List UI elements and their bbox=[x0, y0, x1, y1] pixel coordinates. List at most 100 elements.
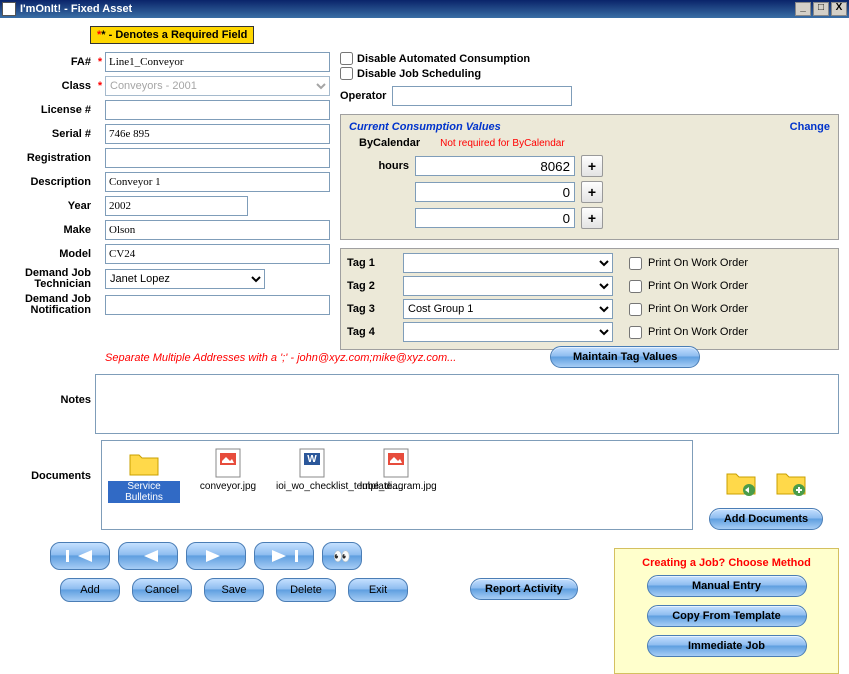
left-column: FA# * Class * Conveyors - 2001 License #… bbox=[10, 52, 330, 350]
manual-entry-button[interactable]: Manual Entry bbox=[647, 575, 807, 597]
make-input[interactable] bbox=[105, 220, 330, 240]
hours-input-3[interactable] bbox=[415, 208, 575, 228]
make-label: Make bbox=[10, 224, 95, 236]
close-button[interactable]: X bbox=[831, 2, 847, 16]
required-note: ** - Denotes a Required Field bbox=[90, 26, 254, 44]
class-label: Class bbox=[10, 80, 95, 92]
plus-button-2[interactable]: + bbox=[581, 181, 603, 203]
model-input[interactable] bbox=[105, 244, 330, 264]
fa-num-label: FA# bbox=[10, 56, 95, 68]
email-hint: Separate Multiple Addresses with a ';' -… bbox=[105, 352, 839, 364]
not-required-text: Not required for ByCalendar bbox=[440, 138, 565, 149]
tag2-label: Tag 2 bbox=[347, 280, 397, 292]
description-label: Description bbox=[10, 176, 95, 188]
exit-button[interactable]: Exit bbox=[348, 578, 408, 602]
nav-last-button[interactable] bbox=[254, 542, 314, 570]
disable-job-label: Disable Job Scheduling bbox=[357, 68, 481, 80]
tag3-print-label: Print On Work Order bbox=[648, 303, 748, 315]
notes-textarea[interactable] bbox=[95, 374, 839, 434]
binoculars-icon: 👀 bbox=[333, 548, 350, 565]
window-title: I'mOnIt! - Fixed Asset bbox=[20, 3, 793, 15]
disable-auto-label: Disable Automated Consumption bbox=[357, 53, 530, 65]
registration-label: Registration bbox=[10, 152, 95, 164]
change-link[interactable]: Change bbox=[790, 121, 830, 133]
tag2-print-check[interactable] bbox=[629, 280, 642, 293]
hours-input-1[interactable] bbox=[415, 156, 575, 176]
demand-tech-label: Demand Job Technician bbox=[10, 268, 95, 290]
copy-template-button[interactable]: Copy From Template bbox=[647, 605, 807, 627]
license-input[interactable] bbox=[105, 100, 330, 120]
doc-item-image1[interactable]: conveyor.jpg bbox=[192, 447, 264, 523]
svg-text:W: W bbox=[307, 454, 317, 465]
maximize-button[interactable]: □ bbox=[813, 2, 829, 16]
immediate-job-button[interactable]: Immediate Job bbox=[647, 635, 807, 657]
folder-back-icon[interactable] bbox=[725, 468, 757, 496]
tag1-print-check[interactable] bbox=[629, 257, 642, 270]
word-icon: W bbox=[296, 447, 328, 479]
titlebar: I'mOnIt! - Fixed Asset _ □ X bbox=[0, 0, 849, 18]
serial-label: Serial # bbox=[10, 128, 95, 140]
year-input[interactable] bbox=[105, 196, 248, 216]
fa-num-input[interactable] bbox=[105, 52, 330, 72]
required-note-text: * - Denotes a Required Field bbox=[101, 29, 247, 41]
tag4-label: Tag 4 bbox=[347, 326, 397, 338]
maintain-tags-button[interactable]: Maintain Tag Values bbox=[550, 346, 700, 368]
right-column: Disable Automated Consumption Disable Jo… bbox=[340, 52, 839, 350]
serial-input[interactable] bbox=[105, 124, 330, 144]
tag4-print-label: Print On Work Order bbox=[648, 326, 748, 338]
year-label: Year bbox=[10, 200, 95, 212]
tag2-print-label: Print On Work Order bbox=[648, 280, 748, 292]
demand-tech-select[interactable]: Janet Lopez bbox=[105, 269, 265, 289]
plus-button-3[interactable]: + bbox=[581, 207, 603, 229]
disable-job-check[interactable] bbox=[340, 67, 353, 80]
license-label: License # bbox=[10, 104, 95, 116]
disable-auto-check[interactable] bbox=[340, 52, 353, 65]
add-button[interactable]: Add bbox=[60, 578, 120, 602]
doc-item-image2[interactable]: lube_diagram.jpg bbox=[360, 447, 432, 523]
tag4-select[interactable] bbox=[403, 322, 613, 342]
tag3-print-check[interactable] bbox=[629, 303, 642, 316]
tags-panel: Tag 1 Print On Work Order Tag 2 Print On… bbox=[340, 248, 839, 350]
plus-button-1[interactable]: + bbox=[581, 155, 603, 177]
nav-prev-button[interactable] bbox=[118, 542, 178, 570]
notes-label: Notes bbox=[10, 374, 95, 434]
tag3-select[interactable]: Cost Group 1 bbox=[403, 299, 613, 319]
nav-first-button[interactable] bbox=[50, 542, 110, 570]
bycalendar-label: ByCalendar bbox=[349, 137, 420, 149]
save-button[interactable]: Save bbox=[204, 578, 264, 602]
tag4-print-check[interactable] bbox=[629, 326, 642, 339]
tag3-label: Tag 3 bbox=[347, 303, 397, 315]
demand-notif-input[interactable] bbox=[105, 295, 330, 315]
description-input[interactable] bbox=[105, 172, 330, 192]
model-label: Model bbox=[10, 248, 95, 260]
operator-label: Operator bbox=[340, 90, 386, 102]
tag1-label: Tag 1 bbox=[347, 257, 397, 269]
nav-next-button[interactable] bbox=[186, 542, 246, 570]
add-documents-button[interactable]: Add Documents bbox=[709, 508, 823, 530]
folder-add-icon[interactable] bbox=[775, 468, 807, 496]
hours-input-2[interactable] bbox=[415, 182, 575, 202]
cancel-button[interactable]: Cancel bbox=[132, 578, 192, 602]
documents-box[interactable]: Service Bulletins conveyor.jpg W ioi_wo_… bbox=[101, 440, 693, 530]
tag2-select[interactable] bbox=[403, 276, 613, 296]
doc-item-folder[interactable]: Service Bulletins bbox=[108, 447, 180, 523]
consumption-title: Current Consumption Values bbox=[349, 121, 501, 133]
job-panel-title: Creating a Job? Choose Method bbox=[623, 557, 830, 569]
demand-notif-label: Demand Job Notification bbox=[10, 294, 95, 316]
consumption-panel: Current Consumption Values Change ByCale… bbox=[340, 114, 839, 240]
job-panel: Creating a Job? Choose Method Manual Ent… bbox=[614, 548, 839, 674]
operator-input[interactable] bbox=[392, 86, 572, 106]
report-activity-button[interactable]: Report Activity bbox=[470, 578, 578, 600]
tag1-print-label: Print On Work Order bbox=[648, 257, 748, 269]
folder-icon bbox=[128, 447, 160, 479]
minimize-button[interactable]: _ bbox=[795, 2, 811, 16]
image-icon bbox=[212, 447, 244, 479]
registration-input[interactable] bbox=[105, 148, 330, 168]
app-icon bbox=[2, 2, 16, 16]
doc-item-word[interactable]: W ioi_wo_checklist_template.... bbox=[276, 447, 348, 523]
delete-button[interactable]: Delete bbox=[276, 578, 336, 602]
nav-search-button[interactable]: 👀 bbox=[322, 542, 362, 570]
tag1-select[interactable] bbox=[403, 253, 613, 273]
documents-label: Documents bbox=[10, 440, 95, 530]
class-select[interactable]: Conveyors - 2001 bbox=[105, 76, 330, 96]
